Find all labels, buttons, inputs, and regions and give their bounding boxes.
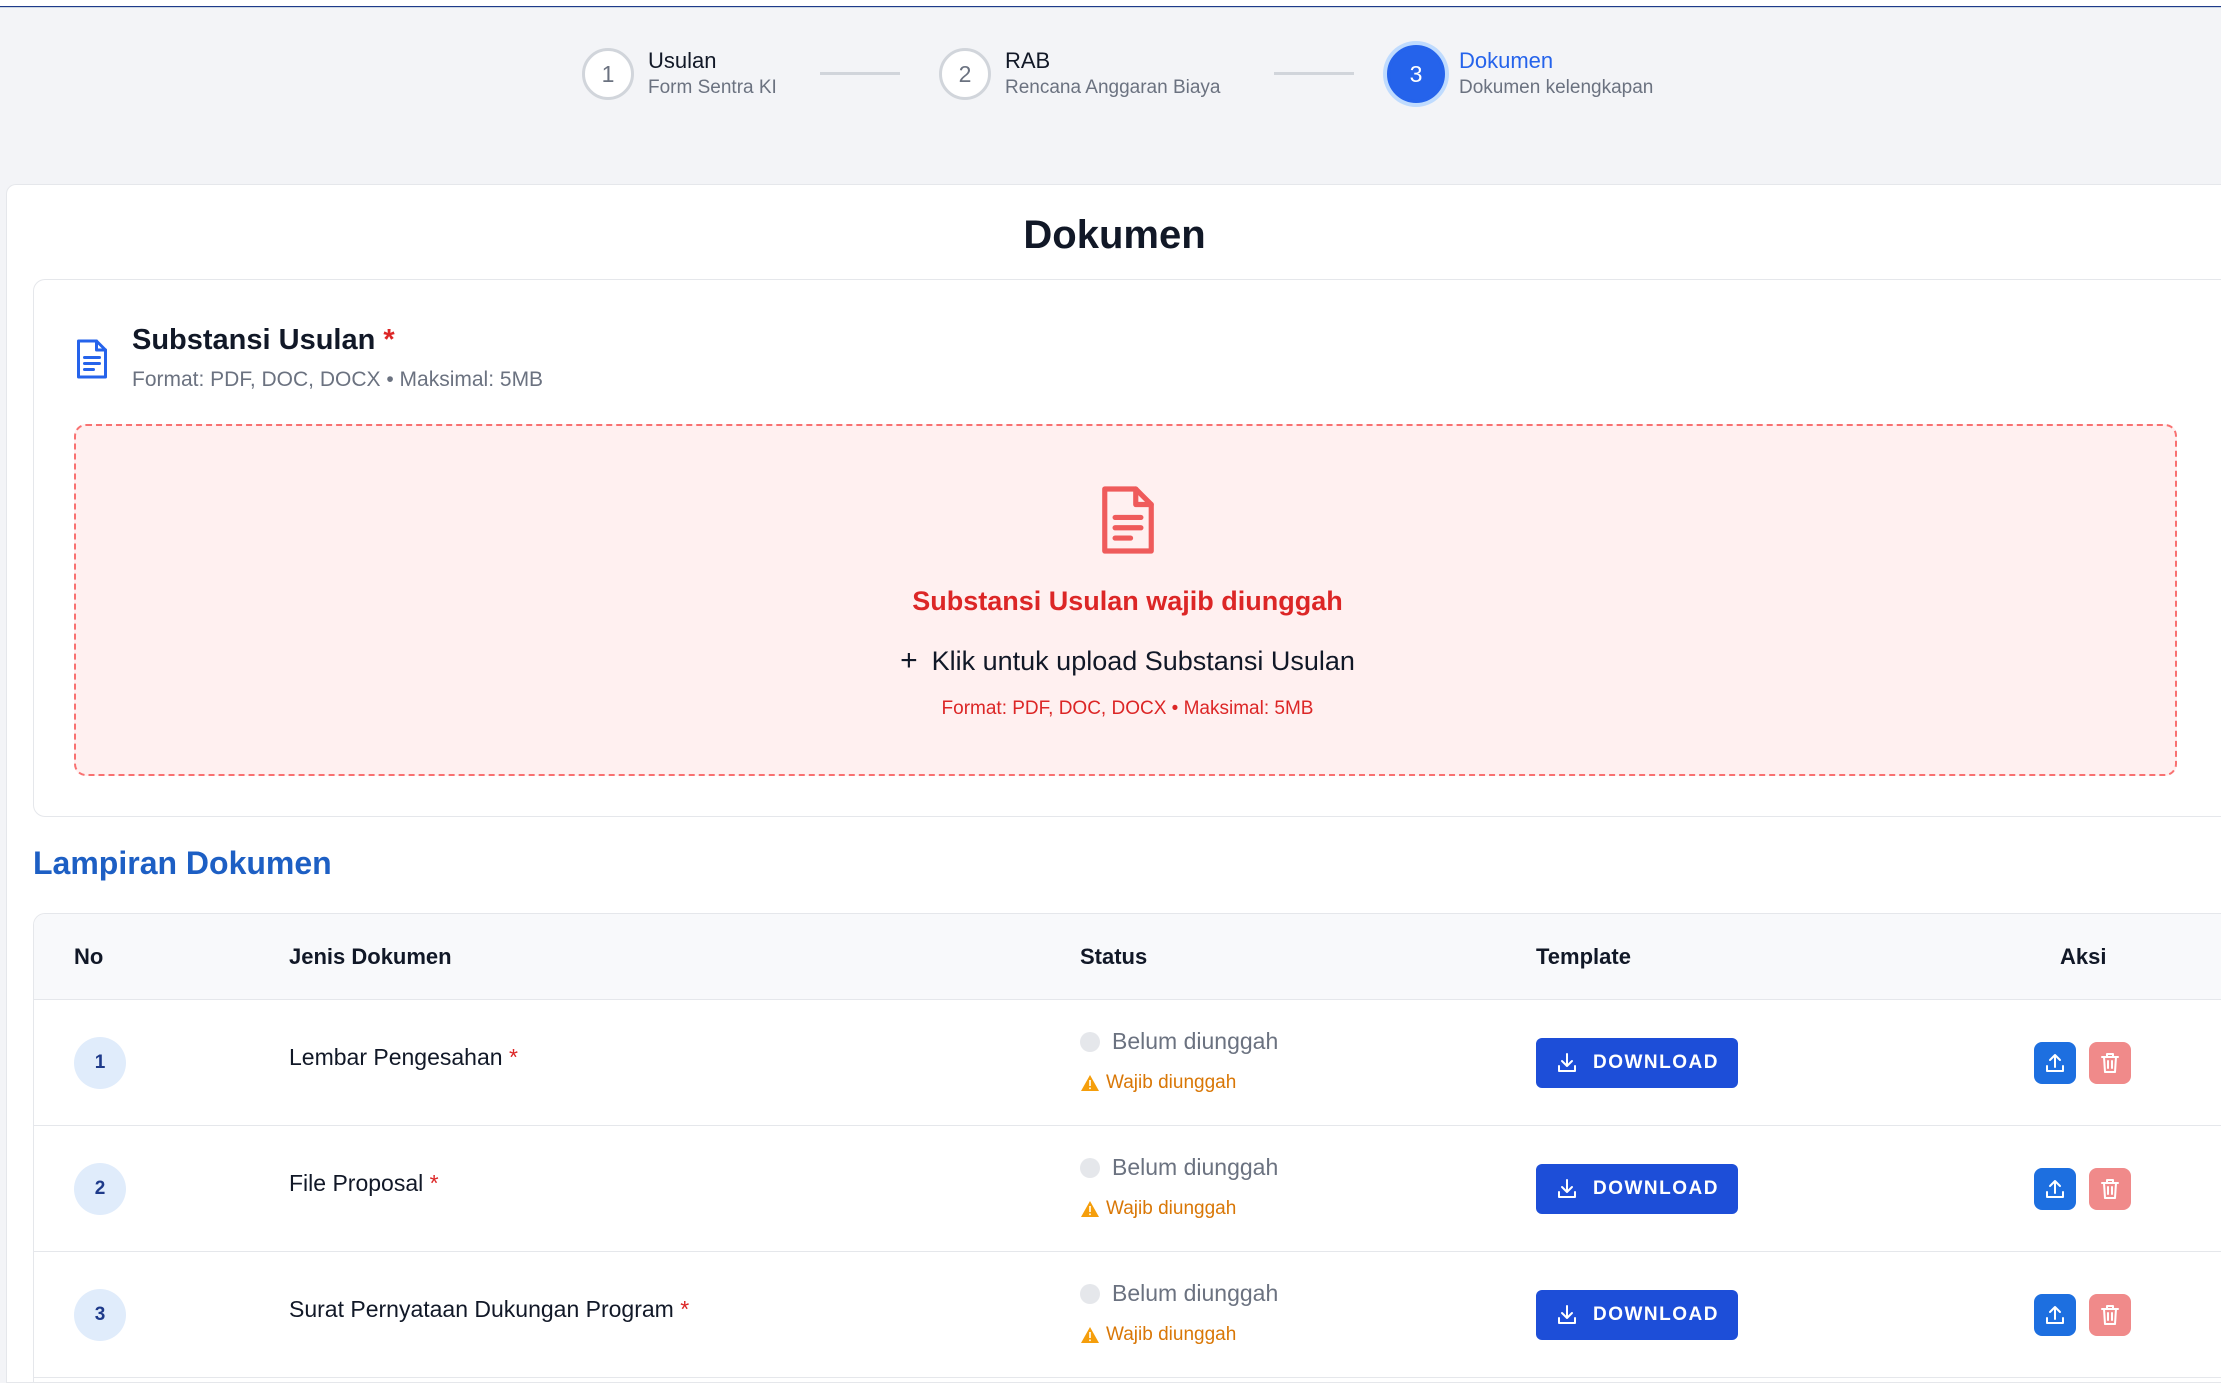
warning-triangle-icon (1081, 1201, 1099, 1217)
upload-cta[interactable]: + Klik untuk upload Substansi Usulan (76, 644, 2179, 678)
step-number: 2 (939, 48, 991, 100)
download-template-button[interactable]: DOWNLOAD (1536, 1290, 1738, 1340)
trash-icon (2101, 1053, 2119, 1073)
upload-button[interactable] (2034, 1168, 2076, 1210)
download-icon (1558, 1179, 1576, 1198)
status-dot (1080, 1283, 1100, 1304)
trash-icon (2101, 1305, 2119, 1325)
main-card: Dokumen Substansi Usulan * Format: PDF, … (6, 184, 2221, 1383)
required-mark: * (508, 1044, 518, 1070)
file-text-icon (1102, 486, 1154, 554)
download-template-button[interactable]: DOWNLOAD (1536, 1164, 1738, 1214)
table-row: 3 Surat Pernyataan Dukungan Program * Be… (34, 1252, 2221, 1378)
delete-button[interactable] (2089, 1294, 2131, 1336)
trash-icon (2101, 1179, 2119, 1199)
upload-button[interactable] (2034, 1042, 2076, 1084)
step-connector (820, 72, 900, 75)
step-subtitle: Dokumen kelengkapan (1459, 77, 1654, 98)
page-title: Dokumen (1023, 213, 1206, 257)
substansi-format-info: Format: PDF, DOC, DOCX • Maksimal: 5MB (132, 368, 544, 391)
lampiran-title: Lampiran Dokumen (33, 845, 332, 881)
col-aksi: Aksi (2060, 944, 2107, 969)
upload-icon (2046, 1054, 2064, 1072)
warning: Wajib diunggah (1080, 1198, 1236, 1220)
warning-triangle-icon (1081, 1075, 1099, 1091)
top-border (0, 0, 2221, 8)
document-name: Lembar Pengesahan * (289, 1044, 518, 1070)
row-number: 1 (74, 1037, 126, 1089)
delete-button[interactable] (2089, 1168, 2131, 1210)
stepper: 1 Usulan Form Sentra KI 2 RAB Rencana An… (0, 42, 2221, 106)
row-number: 3 (74, 1289, 126, 1341)
upload-dropzone[interactable]: Substansi Usulan wajib diunggah + Klik un… (74, 424, 2177, 776)
delete-button[interactable] (2089, 1042, 2131, 1084)
col-no: No (74, 944, 104, 969)
status-dot (1080, 1031, 1100, 1052)
step-number: 1 (582, 48, 634, 100)
file-text-icon (77, 339, 107, 379)
required-mark: * (680, 1296, 690, 1322)
document-name: Surat Pernyataan Dukungan Program * (289, 1296, 690, 1322)
upload-format-info: Format: PDF, DOC, DOCX • Maksimal: 5MB (941, 698, 1314, 719)
table-row: 2 File Proposal * Belum diunggah Wajib d… (34, 1126, 2221, 1252)
upload-button[interactable] (2034, 1294, 2076, 1336)
col-status: Status (1080, 944, 1148, 969)
status: Belum diunggah (1080, 1154, 1278, 1181)
step-usulan[interactable]: 1 Usulan Form Sentra KI (582, 42, 777, 106)
table-header: No Jenis Dokumen Status Template Aksi (34, 914, 2221, 1000)
step-title: Usulan (648, 48, 717, 73)
document-name: File Proposal * (289, 1170, 439, 1196)
step-rab[interactable]: 2 RAB Rencana Anggaran Biaya (939, 42, 1221, 106)
col-jenis: Jenis Dokumen (289, 944, 452, 969)
upload-icon (2046, 1306, 2064, 1324)
step-title: Dokumen (1459, 48, 1554, 73)
warning-triangle-icon (1081, 1327, 1099, 1343)
step-subtitle: Form Sentra KI (648, 77, 777, 98)
status: Belum diunggah (1080, 1280, 1278, 1307)
upload-icon (2046, 1180, 2064, 1198)
step-dokumen[interactable]: 3 Dokumen Dokumen kelengkapan (1387, 42, 1653, 106)
download-icon (1558, 1305, 1576, 1324)
step-connector (1274, 72, 1354, 75)
download-icon (1558, 1053, 1576, 1072)
plus-icon: + (900, 644, 918, 677)
lampiran-table: No Jenis Dokumen Status Template Aksi 1 … (33, 913, 2221, 1383)
status: Belum diunggah (1080, 1028, 1278, 1055)
substansi-section: Substansi Usulan * Format: PDF, DOC, DOC… (33, 279, 2221, 817)
required-mark: * (429, 1170, 439, 1196)
col-template: Template (1536, 944, 1631, 969)
download-template-button[interactable]: DOWNLOAD (1536, 1038, 1738, 1088)
step-subtitle: Rencana Anggaran Biaya (1005, 77, 1221, 98)
row-number: 2 (74, 1163, 126, 1215)
warning: Wajib diunggah (1080, 1324, 1236, 1346)
step-title: RAB (1005, 48, 1051, 73)
upload-error-message: Substansi Usulan wajib diunggah (912, 586, 1343, 616)
substansi-title: Substansi Usulan * (132, 324, 395, 356)
table-row: 1 Lembar Pengesahan * Belum diunggah Waj… (34, 1000, 2221, 1126)
warning: Wajib diunggah (1080, 1072, 1236, 1094)
required-mark: * (383, 324, 395, 356)
step-number: 3 (1387, 45, 1445, 103)
status-dot (1080, 1157, 1100, 1178)
